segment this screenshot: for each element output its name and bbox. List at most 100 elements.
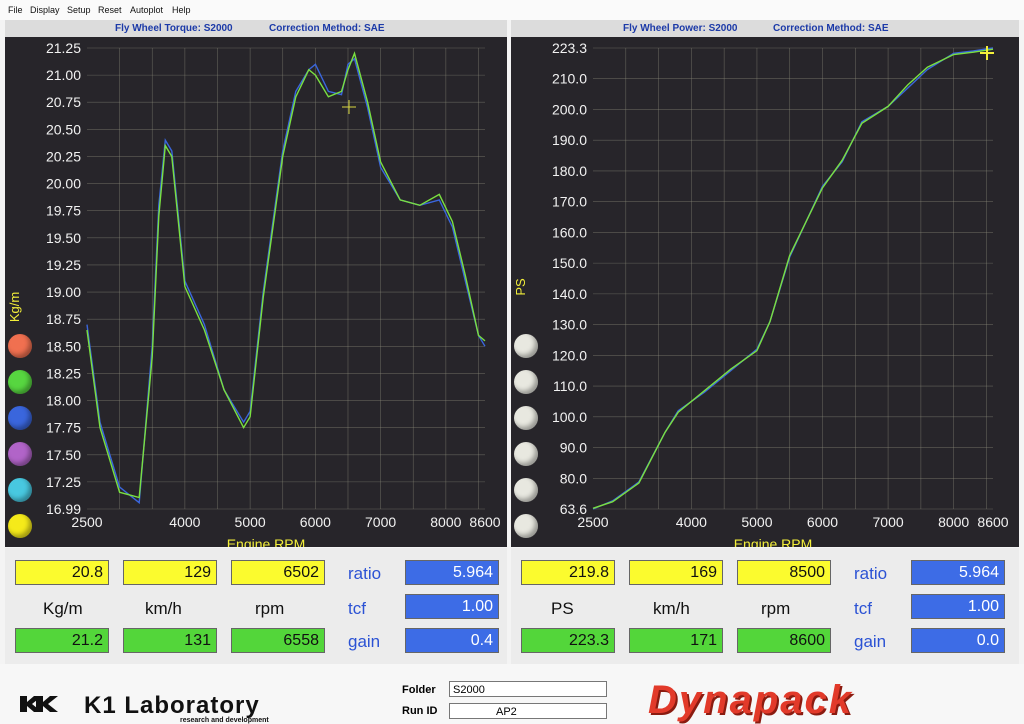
- power-ratio-field[interactable]: 5.964: [911, 560, 1005, 585]
- torque-run-dot-2[interactable]: [8, 370, 32, 394]
- torque-gain-field[interactable]: 0.4: [405, 628, 499, 653]
- torque-run-dot-3[interactable]: [8, 406, 32, 430]
- power-plot[interactable]: 223.3 210.0 200.0 190.0 180.0 170.0 160.0 150.0…: [511, 37, 1019, 547]
- torque-yaxis-label: Kg/m: [7, 292, 22, 322]
- power-xtick-label: 7000: [873, 514, 904, 530]
- torque-ytick-label: 20.50: [46, 121, 81, 137]
- torque-plot[interactable]: 21.25 21.00 20.75 20.50 20.25 20.00 19.75 19.50…: [5, 37, 507, 547]
- k1-logo-mark: [20, 696, 58, 712]
- power-speed-unit-label: km/h: [653, 599, 690, 618]
- power-ytick-label: 223.3: [552, 40, 587, 56]
- folder-label: Folder: [402, 684, 436, 696]
- torque-run-dot-6[interactable]: [8, 514, 32, 538]
- runid-label: Run ID: [402, 705, 438, 717]
- power-max-rpm: 8600: [737, 628, 831, 653]
- power-series-line-0: [592, 47, 994, 510]
- runid-field[interactable]: AP2: [449, 703, 607, 719]
- k1-subtitle: research and development: [180, 717, 269, 724]
- power-ytick-label: 110.0: [553, 378, 587, 394]
- torque-ytick-label: 18.25: [46, 365, 81, 381]
- power-chart-svg: 223.3 210.0 200.0 190.0 180.0 170.0 160.0 150.0…: [513, 40, 1009, 547]
- torque-run-dot-1[interactable]: [8, 334, 32, 358]
- menu-help[interactable]: Help: [172, 5, 191, 15]
- power-xtick-label: 4000: [676, 514, 707, 530]
- menu-reset[interactable]: Reset: [98, 5, 122, 15]
- torque-current-rpm: 6502: [231, 560, 325, 585]
- k1-laboratory-logo: K1 Laboratory: [84, 692, 260, 719]
- torque-series-line-0: [86, 57, 486, 505]
- torque-ytick-label: 21.25: [46, 40, 81, 56]
- torque-ytick-label: 18.00: [46, 393, 81, 409]
- power-tcf-label: tcf: [854, 599, 872, 618]
- power-yaxis-label: PS: [513, 278, 528, 296]
- power-chart-title: Fly Wheel Power: S2000: [623, 23, 738, 34]
- power-ytick-label: 170.0: [552, 194, 587, 210]
- power-run-dot-3[interactable]: [514, 406, 538, 430]
- torque-rpm-unit-label: rpm: [255, 599, 285, 618]
- torque-tcf-label: tcf: [348, 599, 366, 618]
- torque-ytick-label: 19.25: [46, 257, 81, 273]
- power-xtick-label: 2500: [577, 514, 608, 530]
- torque-ytick-label: 19.00: [46, 284, 81, 300]
- torque-max-value: 21.2: [15, 628, 109, 653]
- torque-chart-title: Fly Wheel Torque: S2000: [115, 23, 233, 34]
- power-run-dot-1[interactable]: [514, 334, 538, 358]
- power-xtick-label: 5000: [741, 514, 772, 530]
- power-ytick-label: 180.0: [552, 163, 587, 179]
- torque-xtick-label: 5000: [235, 514, 266, 530]
- dynapack-logo: Dynapack: [648, 678, 853, 722]
- power-max-value: 223.3: [521, 628, 615, 653]
- power-panel-header: Fly Wheel Power: S2000 Correction Method…: [511, 20, 1019, 37]
- power-unit-label: PS: [551, 599, 574, 618]
- torque-xtick-label: 8600: [469, 514, 500, 530]
- torque-ytick-label: 20.75: [46, 94, 81, 110]
- power-ytick-label: 190.0: [552, 132, 587, 148]
- menu-setup[interactable]: Setup: [67, 5, 91, 15]
- torque-xaxis-label: Engine RPM: [227, 536, 306, 547]
- power-panel: Fly Wheel Power: S2000 Correction Method…: [511, 20, 1019, 547]
- menu-display[interactable]: Display: [30, 5, 60, 15]
- power-run-dot-2[interactable]: [514, 370, 538, 394]
- power-xaxis-label: Engine RPM: [734, 536, 813, 547]
- folder-field[interactable]: S2000: [449, 681, 607, 697]
- torque-gain-label: gain: [348, 632, 381, 651]
- torque-ratio-field[interactable]: 5.964: [405, 560, 499, 585]
- power-ytick-label: 210.0: [552, 71, 587, 87]
- torque-tcf-field[interactable]: 1.00: [405, 594, 499, 619]
- power-gain-field[interactable]: 0.0: [911, 628, 1005, 653]
- power-ytick-label: 160.0: [552, 224, 587, 240]
- menu-autoplot[interactable]: Autoplot: [130, 5, 163, 15]
- power-correction-method: Correction Method: SAE: [773, 23, 889, 34]
- power-max-speed: 171: [629, 628, 723, 653]
- torque-ratio-label: ratio: [348, 564, 382, 583]
- power-run-dot-5[interactable]: [514, 478, 538, 502]
- power-run-dot-4[interactable]: [514, 442, 538, 466]
- torque-xtick-label: 7000: [365, 514, 396, 530]
- power-current-speed: 169: [629, 560, 723, 585]
- torque-ytick-label: 20.25: [46, 148, 81, 164]
- torque-ytick-label: 17.50: [46, 447, 81, 463]
- power-gain-label: gain: [854, 632, 887, 651]
- torque-chart-svg: 21.25 21.00 20.75 20.50 20.25 20.00 19.75 19.50…: [7, 40, 501, 547]
- torque-max-speed: 131: [123, 628, 217, 653]
- power-ytick-label: 130.0: [552, 317, 587, 333]
- torque-ytick-label: 20.00: [46, 176, 81, 192]
- menu-file[interactable]: File: [8, 5, 23, 15]
- torque-run-dot-4[interactable]: [8, 442, 32, 466]
- power-xtick-label: 8000: [938, 514, 969, 530]
- power-ytick-label: 150.0: [552, 255, 587, 271]
- torque-xtick-label: 6000: [300, 514, 331, 530]
- torque-xtick-label: 8000: [430, 514, 461, 530]
- power-tcf-field[interactable]: 1.00: [911, 594, 1005, 619]
- torque-run-dot-5[interactable]: [8, 478, 32, 502]
- power-run-dot-6[interactable]: [514, 514, 538, 538]
- torque-xtick-label: 2500: [71, 514, 102, 530]
- footer: K1 Laboratory research and development F…: [0, 664, 1024, 724]
- torque-correction-method: Correction Method: SAE: [269, 23, 385, 34]
- power-readout-panel: 219.8 169 8500 ratio 5.964 PS km/h rpm t…: [511, 548, 1019, 664]
- power-current-rpm: 8500: [737, 560, 831, 585]
- torque-series-line-1: [86, 51, 486, 499]
- torque-panel-header: Fly Wheel Torque: S2000 Correction Metho…: [5, 20, 507, 37]
- torque-max-rpm: 6558: [231, 628, 325, 653]
- power-current-value: 219.8: [521, 560, 615, 585]
